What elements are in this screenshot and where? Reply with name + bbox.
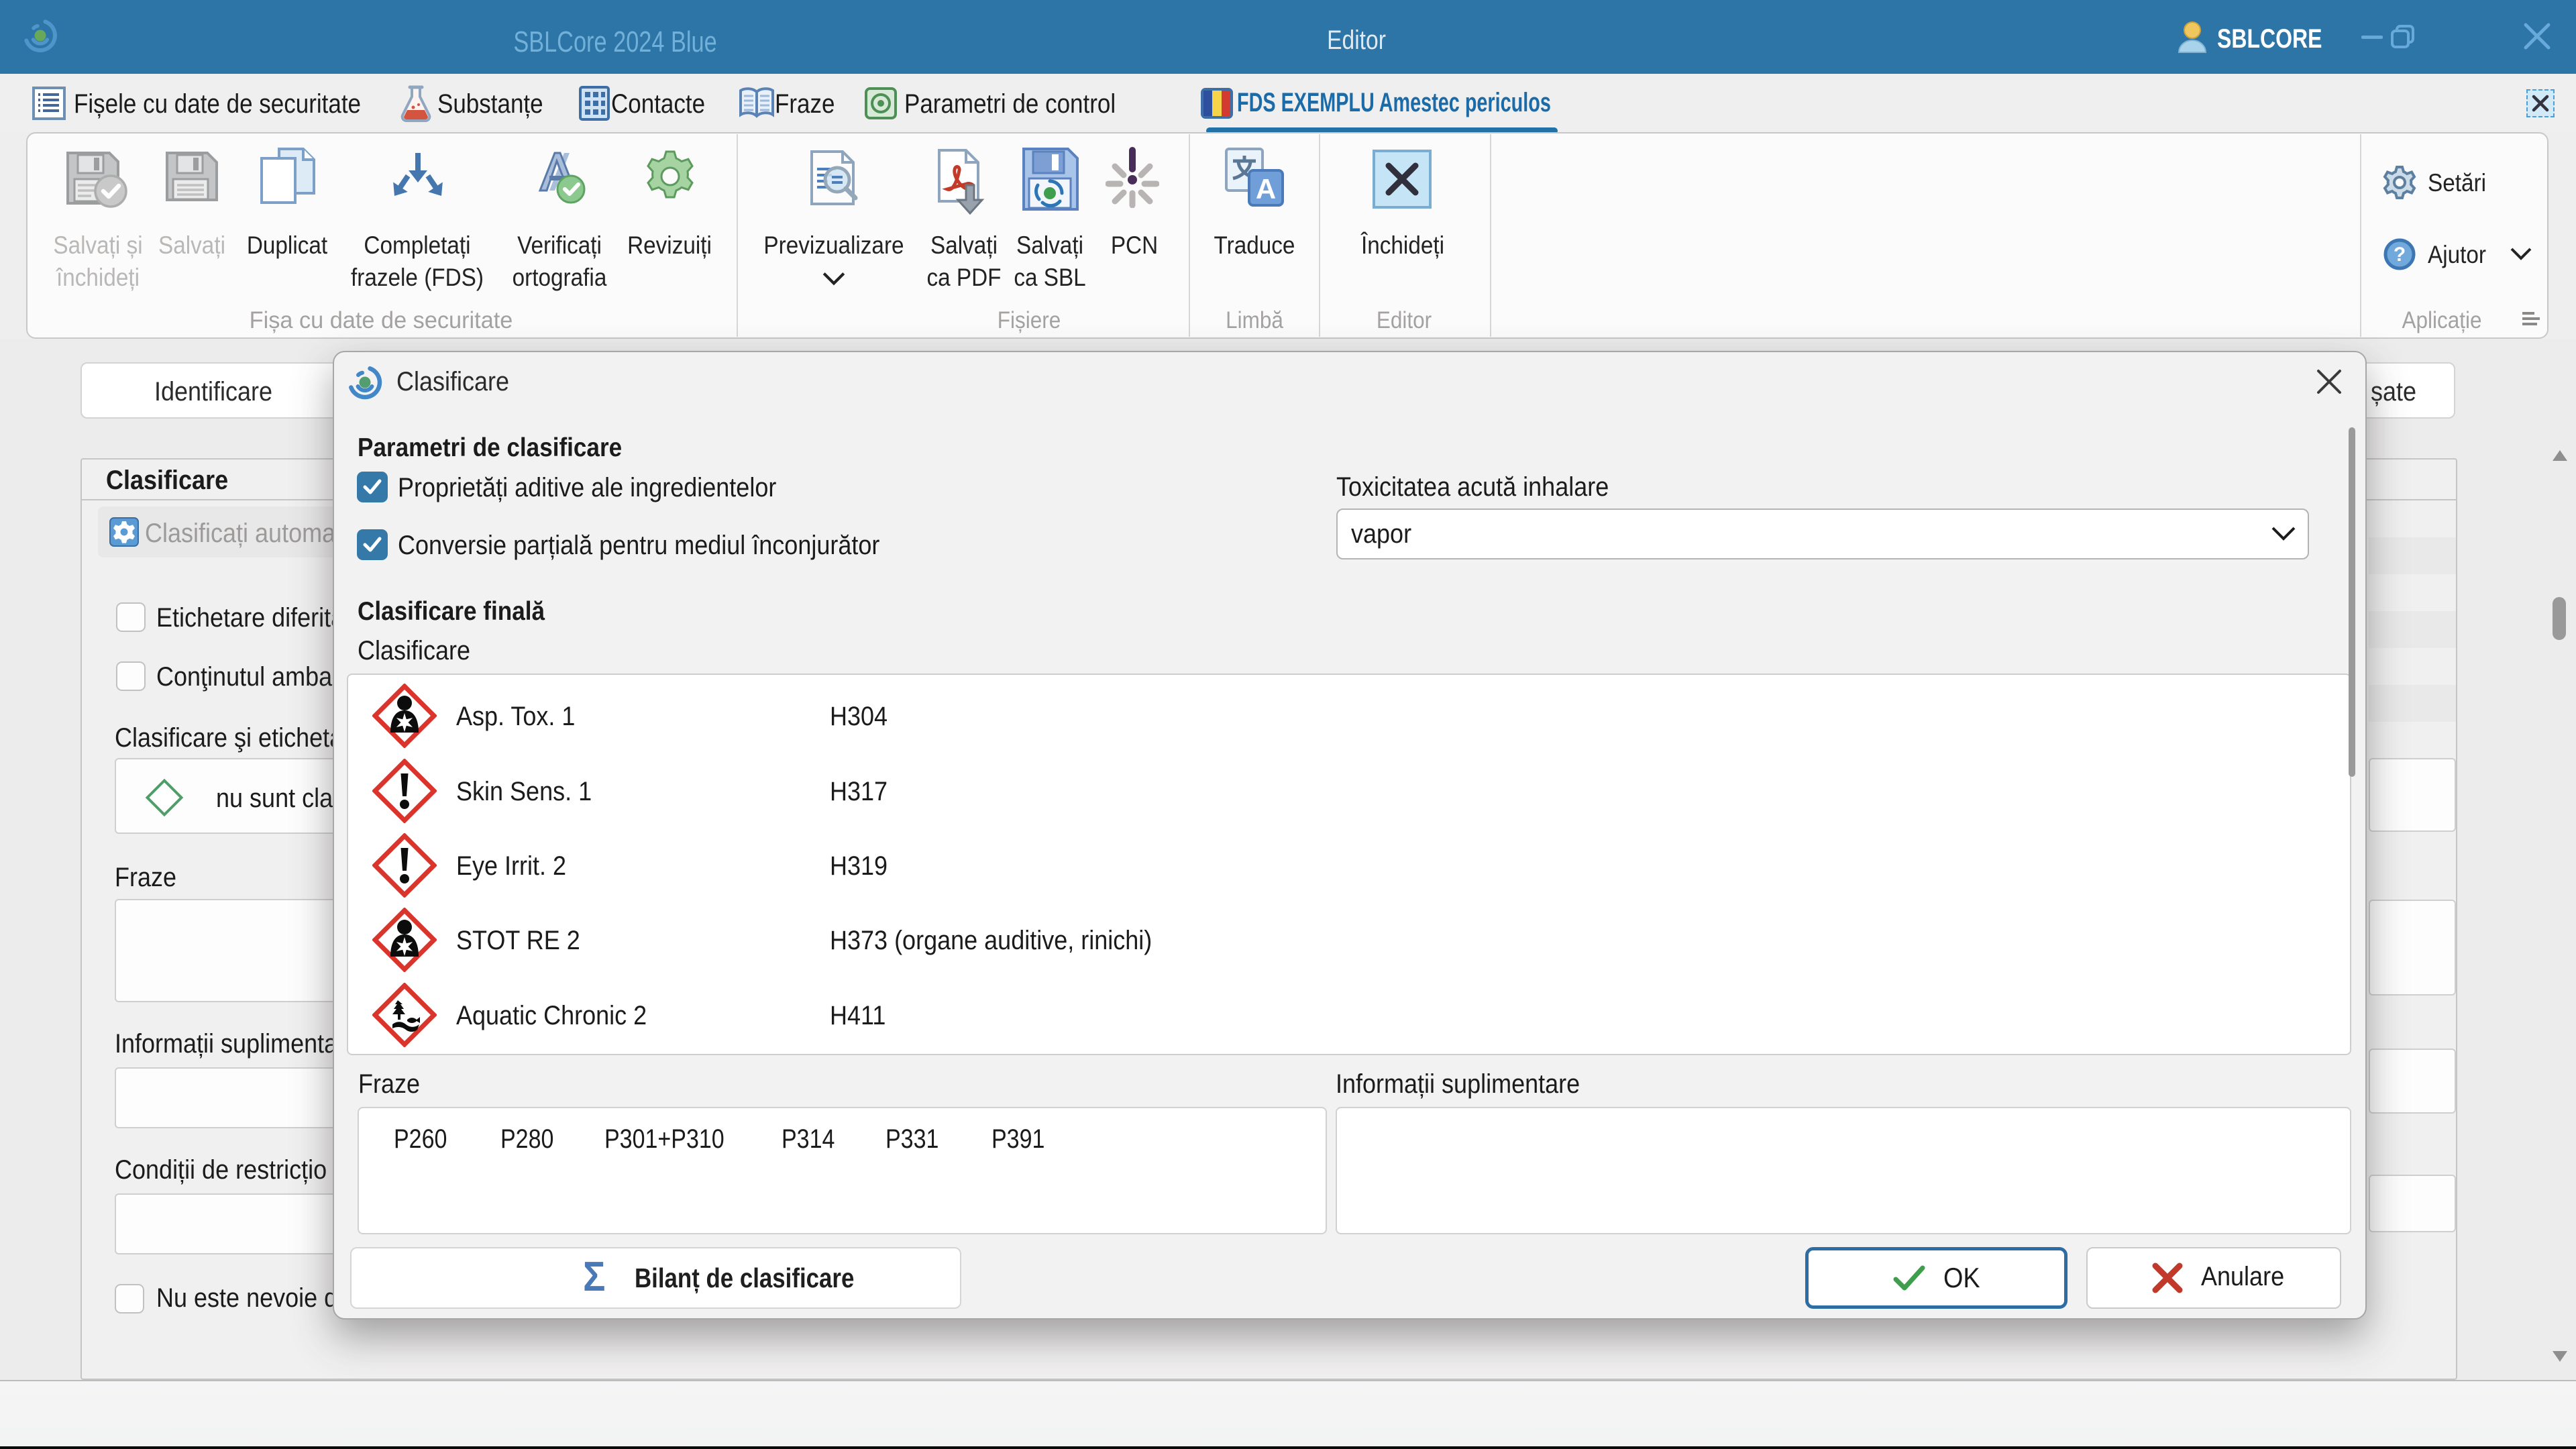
svg-text:A: A (1256, 173, 1276, 205)
svg-text:?: ? (2394, 244, 2406, 266)
